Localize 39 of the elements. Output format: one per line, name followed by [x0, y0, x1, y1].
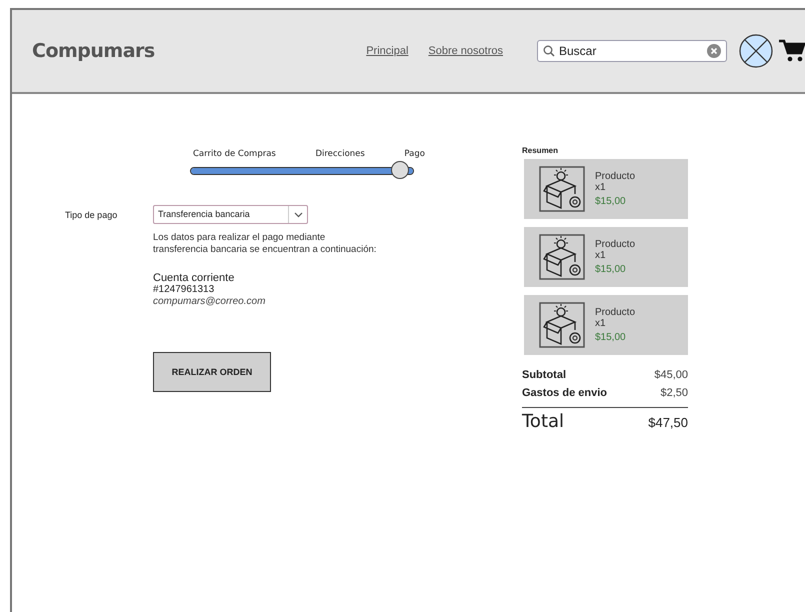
account-number: #1247961313 — [153, 284, 216, 296]
search-icon — [543, 45, 555, 57]
info-text: Los datos para realizar el pago mediante transferencia bancaria se encuentran a continuación: — [153, 232, 376, 256]
product-price: $15,00 — [595, 264, 627, 275]
product-box-icon — [539, 302, 585, 348]
product-quantity: x1 — [595, 318, 607, 329]
total-label: Total — [522, 411, 564, 432]
step-label: Pago — [404, 149, 425, 159]
nav-link[interactable]: Principal — [366, 45, 408, 57]
product-box-icon — [539, 234, 585, 280]
email-text: compumars@correo.com — [153, 296, 266, 308]
logo[interactable]: Compumars — [32, 40, 155, 62]
clear-icon[interactable] — [707, 44, 721, 58]
slider-thumb[interactable] — [391, 161, 409, 179]
subtotal-label: Subtotal — [522, 369, 566, 381]
search-field[interactable]: Buscar — [537, 40, 727, 62]
shipping-label: Gastos de envio — [522, 387, 607, 399]
cart-icon[interactable] — [779, 39, 805, 63]
chevron-down-icon — [294, 212, 302, 218]
field-label: Tipo de pago — [64, 209, 118, 222]
order-button[interactable]: REALIZAR ORDEN — [153, 352, 271, 392]
summary-title: Resumen — [522, 146, 560, 155]
product-quantity: x1 — [595, 182, 607, 193]
total-value: $47,50 — [648, 415, 688, 430]
nav-link[interactable]: Sobre nosotros — [428, 45, 503, 57]
product-box-icon — [539, 166, 585, 212]
product-name: Producto — [595, 307, 636, 318]
product-price: $15,00 — [595, 196, 627, 207]
payment-dropdown[interactable]: Transferencia bancaria — [153, 205, 308, 224]
avatar-placeholder-icon[interactable] — [739, 34, 773, 68]
product-price: $15,00 — [595, 332, 627, 343]
step-label: Direcciones — [315, 149, 365, 159]
subtotal-value: $45,00 — [654, 369, 688, 381]
product-name: Producto — [595, 171, 636, 182]
product-name: Producto — [595, 239, 636, 250]
shipping-value: $2,50 — [660, 387, 688, 399]
step-label: Carrito de Compras — [193, 149, 276, 159]
product-quantity: x1 — [595, 250, 607, 261]
account-type: Cuenta corriente — [153, 272, 236, 284]
